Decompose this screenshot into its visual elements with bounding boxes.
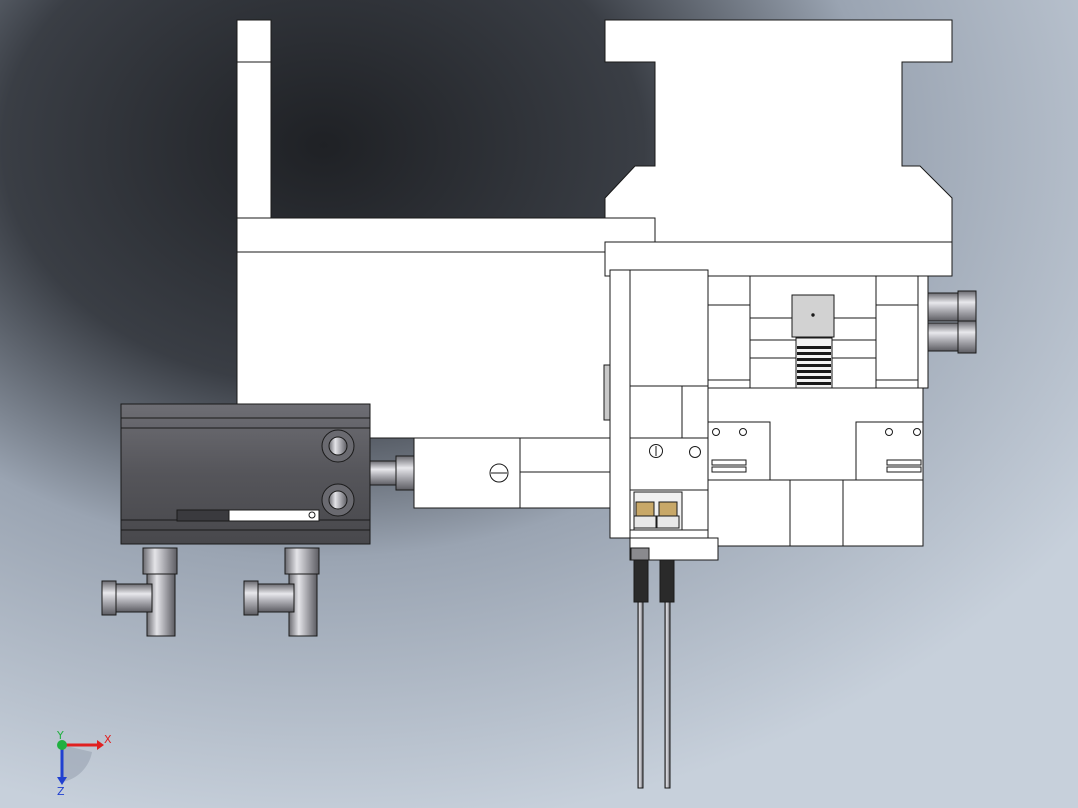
- z-axis-label: Z: [57, 785, 65, 798]
- cylinder-rod-nut: [369, 455, 415, 491]
- x-axis-label: X: [104, 733, 112, 746]
- assembly-drawing: X Y Z: [0, 0, 1078, 808]
- y-axis-label: Y: [56, 729, 64, 742]
- top-mounting-bracket: [604, 19, 953, 243]
- air-cylinder: [120, 403, 371, 545]
- lower-guide-block: [704, 387, 924, 547]
- left-post: [236, 19, 272, 221]
- cad-viewport[interactable]: X Y Z: [0, 0, 1078, 808]
- connector-rod: [413, 437, 611, 509]
